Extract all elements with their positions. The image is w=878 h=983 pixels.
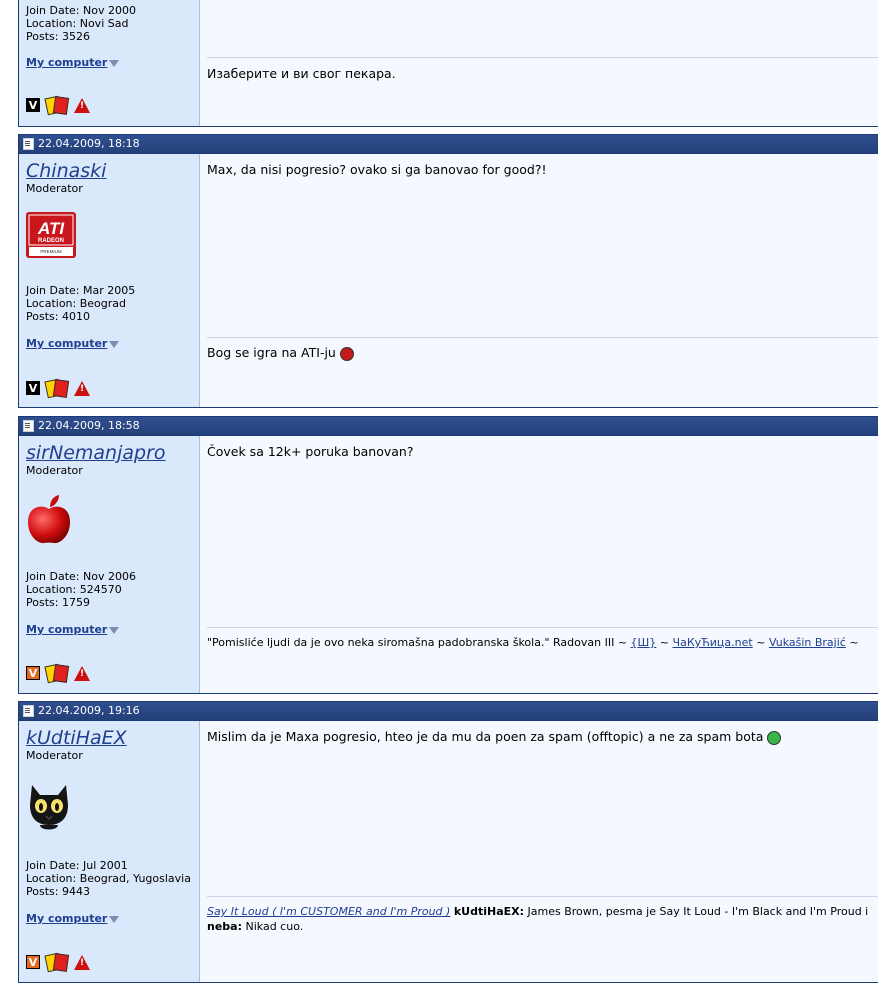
- post-count: Posts: 4010: [26, 310, 90, 323]
- user-info-panel: Join Date: Nov 2000 Location: Novi Sad P…: [19, 0, 200, 126]
- user-stats: Join Date: Jul 2001 Location: Beograd, Y…: [26, 859, 191, 898]
- post-header: 22.04.2009, 19:16: [19, 702, 878, 721]
- message-panel: Изаберите и ви свог пекара.: [200, 0, 878, 126]
- my-computer-link[interactable]: My computer: [26, 912, 120, 925]
- apple-logo-icon: [28, 495, 70, 544]
- my-computer-link[interactable]: My computer: [26, 337, 120, 350]
- user-stats: Join Date: Nov 2006 Location: 524570 Pos…: [26, 570, 136, 609]
- report-warning-icon[interactable]: [74, 97, 90, 113]
- post-date: 22.04.2009, 18:18: [38, 137, 140, 150]
- join-date: Join Date: Nov 2006: [26, 570, 136, 583]
- post-icon: [23, 705, 34, 717]
- user-title: Moderator: [26, 464, 83, 477]
- verified-icon[interactable]: V: [26, 666, 40, 680]
- cards-icon[interactable]: [44, 95, 70, 116]
- post-0: Join Date: Nov 2000 Location: Novi Sad P…: [18, 0, 878, 127]
- post-header: 22.04.2009, 18:58: [19, 417, 878, 436]
- cards-icon[interactable]: [44, 378, 70, 399]
- user-title: Moderator: [26, 749, 83, 762]
- verified-icon[interactable]: V: [26, 381, 40, 395]
- post-count: Posts: 3526: [26, 30, 90, 43]
- post-icon: [23, 420, 34, 432]
- svg-text:PREMIUM: PREMIUM: [40, 249, 62, 254]
- message-panel: Max, da nisi pogresio? ovako si ga banov…: [200, 154, 878, 407]
- username-link[interactable]: kUdtiHaEX: [26, 727, 199, 749]
- report-warning-icon[interactable]: [74, 954, 90, 970]
- chevron-down-icon: [109, 626, 120, 634]
- signature-divider: [207, 337, 878, 338]
- username-link[interactable]: sirNemanjapro: [26, 442, 199, 464]
- cards-icon[interactable]: [44, 952, 70, 973]
- user-action-icons: V: [26, 378, 90, 399]
- signature-divider: [207, 896, 878, 897]
- username-link[interactable]: Chinaski: [26, 160, 199, 182]
- location: Location: Beograd, Yugoslavia: [26, 872, 191, 885]
- join-date: Join Date: Nov 2000: [26, 4, 136, 17]
- post-count: Posts: 9443: [26, 885, 90, 898]
- signature-link-sh[interactable]: {Ш}: [631, 636, 657, 649]
- ati-radeon-logo-icon: ATI RADEON PREMIUM: [26, 212, 76, 258]
- signature: Bog se igra na ATI-ju: [207, 345, 354, 361]
- report-warning-icon[interactable]: [74, 665, 90, 681]
- post-1: 22.04.2009, 18:18 Chinaski Moderator ATI…: [18, 134, 878, 408]
- cards-icon[interactable]: [44, 663, 70, 684]
- post-message: Mislim da je Maxa pogresio, hteo je da m…: [207, 729, 878, 745]
- my-computer-link[interactable]: My computer: [26, 56, 120, 69]
- angry-smiley-icon: [339, 346, 354, 361]
- avatar-apple: [26, 494, 72, 549]
- signature-link-chakuchica[interactable]: ЧаКуЋица.net: [673, 636, 753, 649]
- post-message: Čovek sa 12k+ poruka banovan?: [207, 444, 414, 459]
- avatar-cat: [26, 779, 72, 836]
- location: Location: 524570: [26, 583, 122, 596]
- user-action-icons: V: [26, 95, 90, 116]
- chevron-down-icon: [109, 340, 120, 348]
- post-header: 22.04.2009, 18:18: [19, 135, 878, 154]
- location: Location: Beograd: [26, 297, 126, 310]
- post-2: 22.04.2009, 18:58 sirNemanjapro Moderato…: [18, 416, 878, 694]
- signature-divider: [207, 627, 878, 628]
- post-count: Posts: 1759: [26, 596, 90, 609]
- signature: Изаберите и ви свог пекара.: [207, 66, 396, 81]
- verified-icon[interactable]: V: [26, 98, 40, 112]
- post-date: 22.04.2009, 18:58: [38, 419, 140, 432]
- location: Location: Novi Sad: [26, 17, 129, 30]
- post-icon: [23, 138, 34, 150]
- user-info-panel: Chinaski Moderator ATI RADEON PREMIUM Jo…: [19, 154, 200, 407]
- svg-text:RADEON: RADEON: [38, 238, 64, 244]
- join-date: Join Date: Jul 2001: [26, 859, 128, 872]
- signature: "Pomisliće ljudi da je ovo neka siromašn…: [207, 636, 859, 649]
- laughing-smiley-icon: [767, 730, 782, 745]
- signature: Say It Loud ( I'm CUSTOMER and I'm Proud…: [207, 905, 869, 933]
- signature-divider: [207, 57, 878, 58]
- user-action-icons: V: [26, 952, 90, 973]
- post-date: 22.04.2009, 19:16: [38, 704, 140, 717]
- my-computer-link[interactable]: My computer: [26, 623, 120, 636]
- avatar-ati: ATI RADEON PREMIUM: [26, 212, 76, 261]
- user-stats: Join Date: Mar 2005 Location: Beograd Po…: [26, 284, 135, 323]
- black-cat-icon: [30, 785, 68, 830]
- join-date: Join Date: Mar 2005: [26, 284, 136, 297]
- user-stats: Join Date: Nov 2000 Location: Novi Sad P…: [26, 4, 136, 43]
- user-title: Moderator: [26, 182, 83, 195]
- verified-icon[interactable]: V: [26, 955, 40, 969]
- message-panel: Mislim da je Maxa pogresio, hteo je da m…: [200, 721, 878, 982]
- post-message: Max, da nisi pogresio? ovako si ga banov…: [207, 162, 547, 177]
- user-action-icons: V: [26, 663, 90, 684]
- chevron-down-icon: [109, 915, 120, 923]
- user-info-panel: sirNemanjapro Moderator Join Date: Nov 2…: [19, 436, 200, 693]
- svg-text:ATI: ATI: [37, 219, 65, 238]
- signature-link-vukasin[interactable]: Vukašin Brajić: [769, 636, 846, 649]
- report-warning-icon[interactable]: [74, 380, 90, 396]
- chevron-down-icon: [109, 59, 120, 67]
- user-info-panel: kUdtiHaEX Moderator Join Date: Jul 2001 …: [19, 721, 200, 982]
- signature-link-say-it-loud[interactable]: Say It Loud ( I'm CUSTOMER and I'm Proud…: [207, 905, 450, 918]
- post-3: 22.04.2009, 19:16 kUdtiHaEX Moderator Jo…: [18, 701, 878, 983]
- message-panel: Čovek sa 12k+ poruka banovan? "Pomisliće…: [200, 436, 878, 693]
